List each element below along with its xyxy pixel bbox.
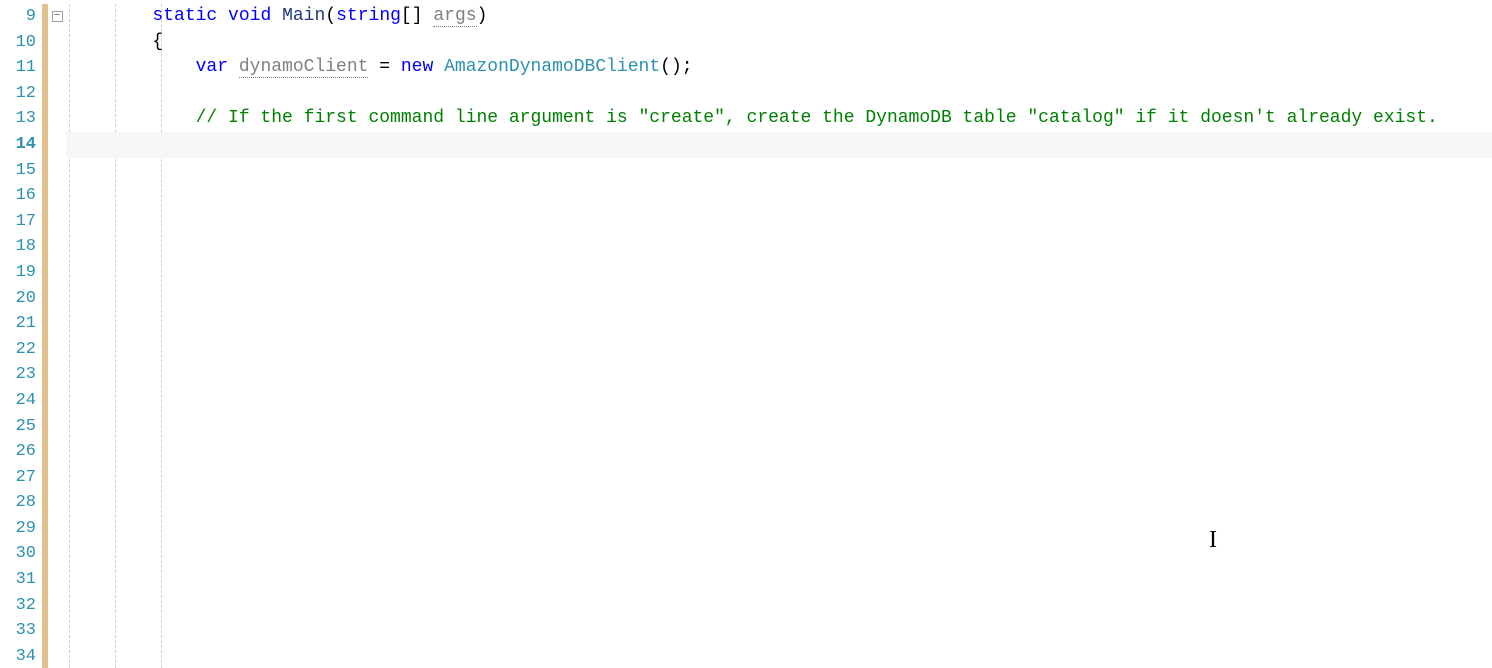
indent <box>66 57 196 77</box>
code-line[interactable] <box>66 490 1492 516</box>
line-number: 13 <box>0 106 42 132</box>
code-line[interactable] <box>66 260 1492 286</box>
line-number: 15 <box>0 158 42 184</box>
code-line[interactable] <box>66 158 1492 184</box>
code-line[interactable] <box>66 618 1492 644</box>
keyword-static: static <box>152 6 217 26</box>
keyword-new: new <box>401 57 433 77</box>
code-line[interactable] <box>66 234 1492 260</box>
code-line[interactable] <box>66 567 1492 593</box>
brace-open: { <box>152 32 163 52</box>
code-line[interactable] <box>66 388 1492 414</box>
paren-open: ( <box>325 6 336 26</box>
code-line[interactable]: var dynamoClient = new AmazonDynamoDBCli… <box>66 55 1492 81</box>
indent <box>66 108 196 128</box>
line-number: 22 <box>0 337 42 363</box>
line-number: 23 <box>0 362 42 388</box>
keyword-void: void <box>228 6 271 26</box>
line-number: 27 <box>0 465 42 491</box>
line-number: 9 <box>0 4 42 30</box>
line-number: 18 <box>0 234 42 260</box>
code-line[interactable] <box>66 593 1492 619</box>
line-number: 31 <box>0 567 42 593</box>
fold-column: − <box>48 0 66 668</box>
code-line[interactable] <box>66 311 1492 337</box>
line-number: 12 <box>0 81 42 107</box>
line-number: 28 <box>0 490 42 516</box>
line-number: 20 <box>0 286 42 312</box>
code-line[interactable] <box>66 465 1492 491</box>
line-number: 29 <box>0 516 42 542</box>
line-number: 11 <box>0 55 42 81</box>
code-line[interactable] <box>66 286 1492 312</box>
call-tail: (); <box>660 57 692 77</box>
code-line[interactable] <box>66 81 1492 107</box>
class-amazondynamodbclient: AmazonDynamoDBClient <box>444 57 660 77</box>
comment: // If the first command line argument is… <box>196 108 1438 128</box>
line-number: 26 <box>0 439 42 465</box>
line-number: 33 <box>0 618 42 644</box>
code-line[interactable]: // If the first command line argument is… <box>66 106 1492 132</box>
paren-close: ) <box>477 6 488 26</box>
code-line[interactable] <box>66 183 1492 209</box>
line-number: 10 <box>0 30 42 56</box>
line-number-gutter: 9101112131415161718192021222324252627282… <box>0 0 42 668</box>
line-number: 19 <box>0 260 42 286</box>
fold-toggle[interactable]: − <box>52 11 63 22</box>
line-number: 24 <box>0 388 42 414</box>
line-number: 14 <box>0 132 42 158</box>
line-number: 30 <box>0 541 42 567</box>
code-line[interactable] <box>66 644 1492 668</box>
code-line[interactable] <box>66 337 1492 363</box>
assign-op: = <box>368 57 400 77</box>
line-number: 25 <box>0 414 42 440</box>
code-line[interactable] <box>66 541 1492 567</box>
code-line[interactable]: static void Main(string[] args) <box>66 4 1492 30</box>
type-string: string <box>336 6 401 26</box>
indent <box>66 32 152 52</box>
code-line[interactable] <box>66 209 1492 235</box>
line-number: 16 <box>0 183 42 209</box>
code-line-current[interactable] <box>66 132 1492 158</box>
line-number: 21 <box>0 311 42 337</box>
code-line[interactable] <box>66 439 1492 465</box>
method-name: Main <box>282 6 325 26</box>
line-number: 17 <box>0 209 42 235</box>
line-number: 32 <box>0 593 42 619</box>
indent <box>66 6 152 26</box>
code-line[interactable] <box>66 516 1492 542</box>
code-editor[interactable]: 9101112131415161718192021222324252627282… <box>0 0 1492 668</box>
code-line[interactable] <box>66 414 1492 440</box>
keyword-var: var <box>196 57 228 77</box>
line-number: 34 <box>0 644 42 668</box>
code-line[interactable] <box>66 362 1492 388</box>
var-dynamoclient: dynamoClient <box>239 57 369 78</box>
code-line[interactable]: { <box>66 30 1492 56</box>
param-args: args <box>433 6 476 27</box>
array-brackets: [] <box>401 6 423 26</box>
code-area[interactable]: static void Main(string[] args) { var dy… <box>66 0 1492 668</box>
